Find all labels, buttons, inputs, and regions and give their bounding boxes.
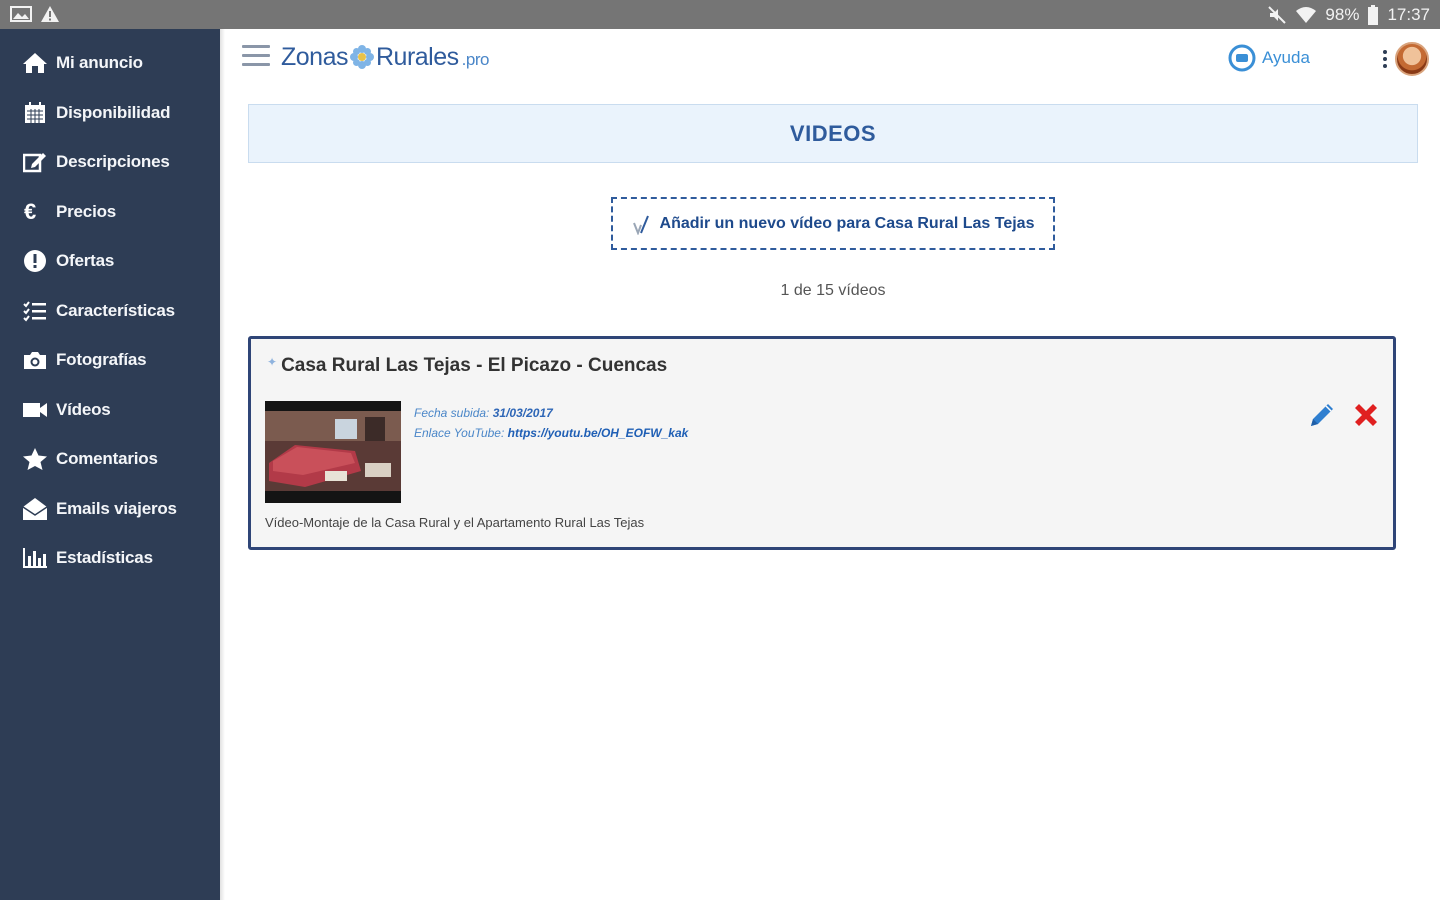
sidebar-item-label: Ofertas (56, 251, 115, 270)
video-description: Vídeo-Montaje de la Casa Rural y el Apar… (265, 515, 645, 530)
help-label: Ayuda (1262, 48, 1310, 67)
video-count: 1 de 15 vídeos (780, 282, 886, 299)
pencil-icon (1311, 404, 1333, 426)
hamburger-bar (242, 45, 270, 48)
logo-text-rurales: Rurales (375, 42, 459, 71)
youtube-link-row: Enlace YouTube: https://youtu.be/OH_EOFW… (414, 423, 688, 443)
sidebar-item-label: Disponibilidad (56, 103, 171, 122)
sidebar-item-label: Vídeos (56, 400, 111, 419)
video-card: ✦ Casa Rural Las Tejas - El Picazo - Cue… (248, 336, 1396, 550)
kebab-dot (1383, 64, 1387, 68)
warning-icon (41, 6, 59, 22)
video-camera-icon (22, 397, 48, 423)
logo-text-zonas: Zonas (281, 42, 348, 71)
sidebar-item-label: Descripciones (56, 152, 170, 171)
battery-icon (1368, 4, 1379, 25)
sidebar-item-label: Fotografías (56, 350, 147, 369)
sidebar-item-fotografias[interactable]: Fotografías (0, 340, 220, 380)
sidebar-shadow (220, 29, 225, 900)
avatar[interactable] (1395, 42, 1429, 76)
more-options-button[interactable] (1383, 50, 1389, 70)
list-icon (22, 298, 48, 324)
sidebar-item-label: Mi anuncio (56, 53, 143, 72)
edit-icon (22, 149, 48, 175)
hamburger-bar (242, 63, 270, 66)
kebab-dot (1383, 50, 1387, 54)
envelope-open-icon (22, 496, 48, 522)
sidebar-item-videos[interactable]: Vídeos (0, 390, 220, 430)
add-video-icon (632, 215, 649, 235)
sidebar-item-disponibilidad[interactable]: Disponibilidad (0, 93, 220, 133)
sidebar-item-emails-viajeros[interactable]: Emails viajeros (0, 489, 220, 529)
sidebar-item-label: Características (56, 301, 175, 320)
add-video-button[interactable]: Añadir un nuevo vídeo para Casa Rural La… (611, 197, 1055, 250)
wifi-icon (1296, 6, 1317, 23)
close-icon (1355, 404, 1377, 426)
star-icon (22, 446, 48, 472)
sidebar-item-label: Estadísticas (56, 548, 153, 567)
hamburger-bar (242, 54, 270, 57)
sidebar-item-ofertas[interactable]: Ofertas (0, 241, 220, 281)
kebab-dot (1383, 57, 1387, 61)
upload-date-value: 31/03/2017 (492, 406, 553, 420)
alert-circle-icon (22, 248, 48, 274)
clock: 17:37 (1387, 5, 1430, 24)
help-button[interactable]: Ayuda (1228, 44, 1310, 72)
page-title: VIDEOS (789, 120, 877, 146)
video-meta: Fecha subida: 31/03/2017 Enlace YouTube:… (414, 403, 688, 443)
sparkle-icon: ✦ (267, 355, 278, 369)
sidebar-item-comentarios[interactable]: Comentarios (0, 439, 220, 479)
upload-date-label: Fecha subida: (414, 406, 490, 420)
help-chat-icon (1228, 44, 1256, 72)
upload-date-row: Fecha subida: 31/03/2017 (414, 403, 688, 423)
delete-video-button[interactable] (1351, 400, 1381, 430)
sidebar-item-caracteristicas[interactable]: Características (0, 291, 220, 331)
add-video-label: Añadir un nuevo vídeo para Casa Rural La… (659, 214, 1035, 232)
youtube-link-label: Enlace YouTube: (414, 426, 505, 440)
logo[interactable]: Zonas Rurales .pro (281, 40, 489, 74)
sidebar-item-descripciones[interactable]: Descripciones (0, 142, 220, 182)
image-notification-icon (10, 6, 32, 22)
logo-text-pro: .pro (461, 50, 490, 69)
euro-icon: € (24, 199, 37, 224)
edit-video-button[interactable] (1307, 400, 1337, 430)
mute-icon (1268, 5, 1287, 24)
video-title: Casa Rural Las Tejas - El Picazo - Cuenc… (281, 355, 668, 376)
sidebar-item-estadisticas[interactable]: Estadísticas (0, 538, 220, 578)
section-header: VIDEOS (248, 104, 1418, 163)
sidebar-item-mi-anuncio[interactable]: Mi anuncio (0, 43, 220, 83)
logo-flower-icon (349, 45, 374, 69)
video-thumbnail[interactable] (265, 401, 401, 503)
sidebar-item-label: Emails viajeros (56, 499, 177, 518)
youtube-link[interactable]: https://youtu.be/OH_EOFW_kak (508, 426, 689, 440)
sidebar-item-precios[interactable]: € Precios (0, 192, 220, 232)
sidebar: Mi anuncio Disponibilidad Descripciones … (0, 29, 220, 900)
calendar-icon (22, 100, 48, 126)
sidebar-item-label: Comentarios (56, 449, 158, 468)
home-icon (22, 50, 48, 76)
camera-icon (22, 347, 48, 373)
bar-chart-icon (22, 545, 48, 571)
video-title-row: ✦ Casa Rural Las Tejas - El Picazo - Cue… (267, 355, 667, 377)
status-bar: 98% 17:37 (0, 0, 1440, 29)
menu-button[interactable] (242, 45, 270, 69)
sidebar-item-label: Precios (56, 202, 117, 221)
battery-percent: 98% (1325, 5, 1360, 24)
video-thumbnail-image (265, 401, 401, 503)
